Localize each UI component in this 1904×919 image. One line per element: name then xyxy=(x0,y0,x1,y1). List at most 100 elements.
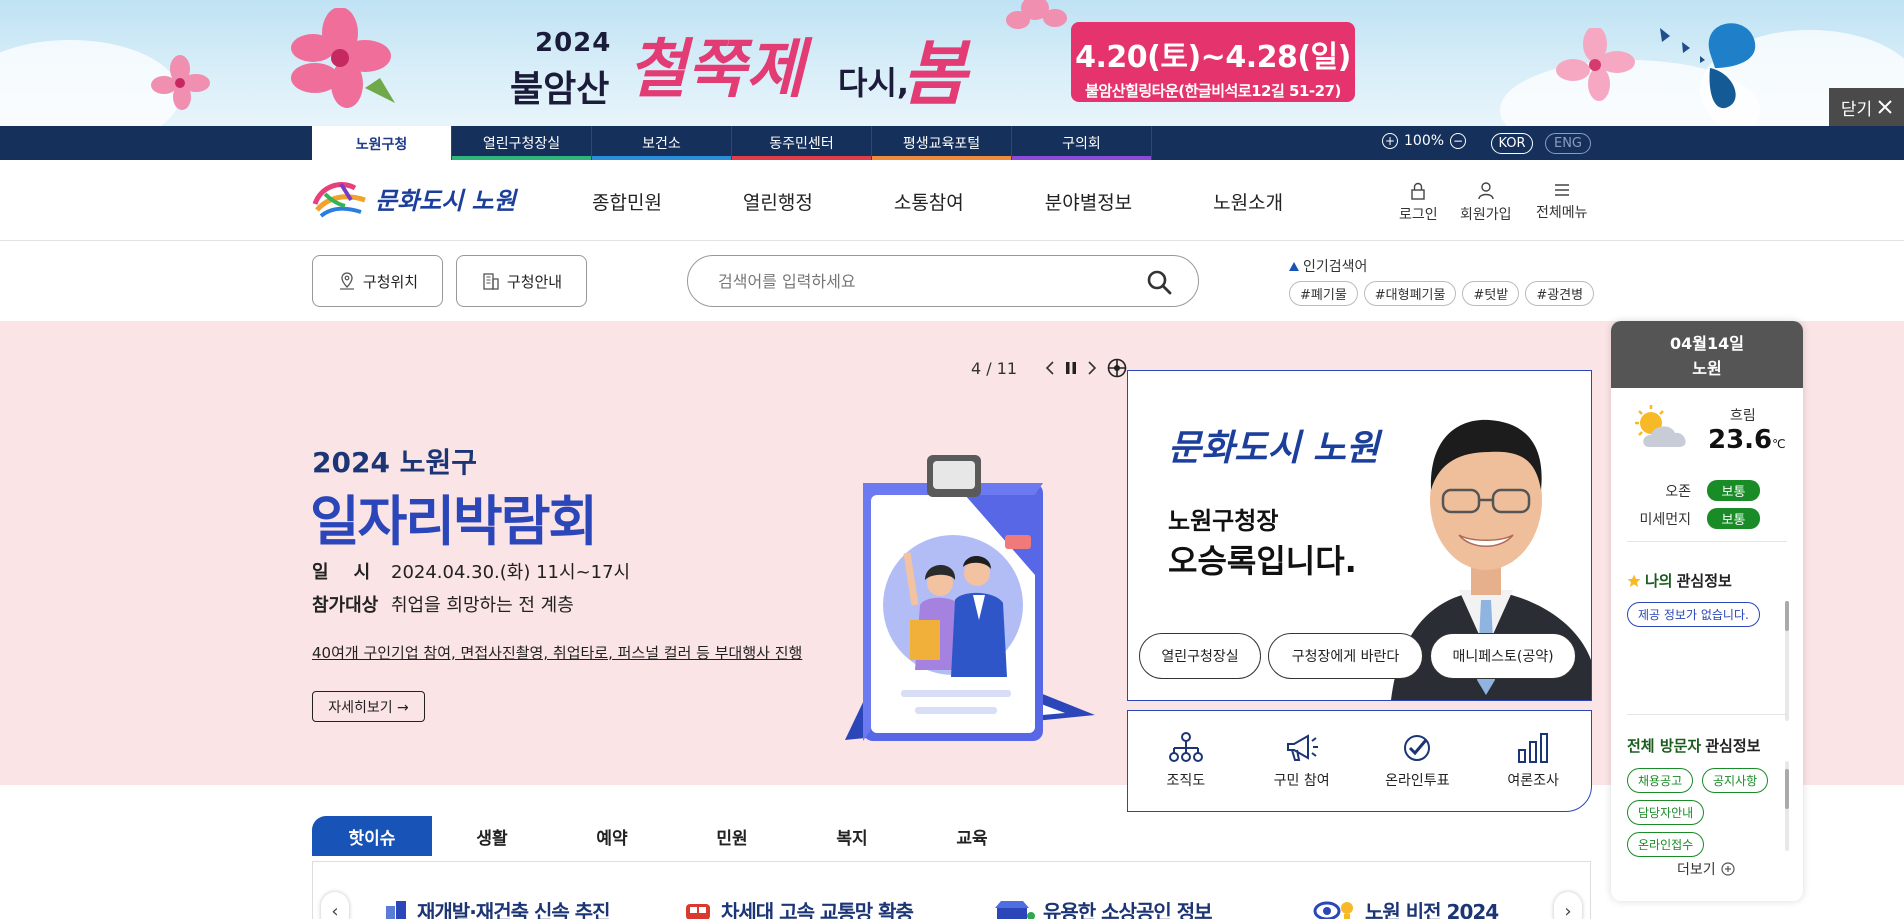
interest-chip[interactable]: 담당자안내 xyxy=(1627,800,1705,825)
mayor-request-button[interactable]: 구청장에게 바란다 xyxy=(1268,633,1423,679)
hero-title: 일자리박람회 xyxy=(310,490,598,553)
popular-tag[interactable]: #텃밭 xyxy=(1462,281,1520,306)
hero-more-button[interactable]: 자세히보기 → xyxy=(312,691,425,722)
gnb-civil-service[interactable]: 종합민원 xyxy=(592,188,662,215)
view-all-slides-icon[interactable] xyxy=(1107,358,1127,378)
banner-date-box: 4.20(토)~4.28(일) 불암산힐링타운(한글비석로12길 51-27) xyxy=(1071,22,1355,102)
lang-kor-button[interactable]: KOR xyxy=(1491,133,1533,154)
fine-dust-row: 미세먼지 보통 xyxy=(1611,508,1803,529)
vote-check-icon xyxy=(1404,735,1431,761)
site-tab-community-center[interactable]: 동주민센터 xyxy=(732,126,872,160)
prev-slide-icon[interactable] xyxy=(1045,360,1055,376)
login-button[interactable]: 로그인 xyxy=(1399,182,1438,224)
zoom-out-icon[interactable]: − xyxy=(1450,133,1467,149)
fine-dust-label: 미세먼지 xyxy=(1639,511,1691,528)
next-slide-icon[interactable] xyxy=(1087,360,1097,376)
tab-life[interactable]: 생활 xyxy=(432,816,552,856)
office-location-button[interactable]: 구청위치 xyxy=(312,255,443,307)
chevron-left-icon: ‹ xyxy=(331,900,339,919)
issue-item[interactable]: 노원 비전 2024 xyxy=(1313,896,1499,919)
banner-close-button[interactable]: 닫기 xyxy=(1829,88,1904,126)
online-vote-label: 온라인투표 xyxy=(1385,773,1450,789)
mayor-manifesto-button[interactable]: 매니페스토(공약) xyxy=(1430,633,1576,679)
search-icon[interactable] xyxy=(1146,269,1172,295)
zoom-in-icon[interactable]: + xyxy=(1382,133,1398,149)
weather-header: 04월14일 노원 xyxy=(1611,321,1803,388)
hero-description: 40여개 구인기업 참여, 면접사진촬영, 취업타로, 퍼스널 컬러 등 부대행… xyxy=(312,644,803,662)
issue-next-button[interactable]: › xyxy=(1554,892,1582,919)
all-interest-scrollbar[interactable] xyxy=(1785,761,1789,851)
site-tab-nowon[interactable]: 노원구청 xyxy=(312,126,452,162)
gnb-about[interactable]: 노원소개 xyxy=(1213,188,1283,215)
banner-festival-title: 철쭉제 xyxy=(628,32,805,107)
shop-icon xyxy=(995,900,1035,919)
site-tab-council[interactable]: 구의회 xyxy=(1012,126,1152,160)
search-input[interactable] xyxy=(718,271,1138,291)
side-more-button[interactable]: 더보기 xyxy=(1677,859,1735,879)
tab-welfare[interactable]: 복지 xyxy=(792,816,912,856)
ozone-status-badge: 보통 xyxy=(1707,480,1760,501)
banner-venue: 불암산힐링타운(한글비석로12길 51-27) xyxy=(1085,82,1341,100)
tab-civil[interactable]: 민원 xyxy=(672,816,792,856)
citizen-participation-link[interactable]: 구민 참여 xyxy=(1244,711,1360,811)
my-interest-scrollbar[interactable] xyxy=(1785,601,1789,721)
azalea-flower-icon xyxy=(1556,28,1635,101)
issue-panel: ‹ 재개발·재건축 신속 추진 차세대 고속 교통망 확충 유용한 소상공인 정… xyxy=(312,861,1591,919)
interest-chip[interactable]: 공지사항 xyxy=(1702,768,1769,793)
tab-education[interactable]: 교육 xyxy=(912,816,1032,856)
gnb-field-info[interactable]: 분야별정보 xyxy=(1045,188,1132,215)
weather-date: 04월14일 xyxy=(1670,334,1744,353)
org-chart-link[interactable]: 조직도 xyxy=(1128,711,1244,811)
org-chart-label: 조직도 xyxy=(1166,773,1206,789)
popular-tag[interactable]: #폐기물 xyxy=(1289,281,1358,306)
my-interest-title: 나의 관심정보 xyxy=(1627,570,1732,591)
site-tab-education-portal[interactable]: 평생교육포털 xyxy=(872,126,1012,160)
join-button[interactable]: 회원가입 xyxy=(1460,182,1512,224)
gnb-participation[interactable]: 소통참여 xyxy=(894,188,964,215)
building-icon xyxy=(386,900,406,919)
map-pin-icon xyxy=(339,272,354,290)
festival-banner[interactable]: 2024 불암산 철쭉제 다시, 봄 4.20(토)~4.28(일) 불암산힐링… xyxy=(0,0,1904,126)
popular-keywords-title: 인기검색어 xyxy=(1289,256,1367,276)
hamburger-menu-icon xyxy=(1554,184,1569,196)
banner-year: 2024 xyxy=(535,28,612,58)
lang-eng-button[interactable]: ENG xyxy=(1545,133,1591,154)
tab-reservation[interactable]: 예약 xyxy=(552,816,672,856)
weather-condition: 흐림 xyxy=(1730,408,1756,424)
banner-place: 불암산 xyxy=(510,69,610,110)
train-icon xyxy=(686,903,710,919)
bar-chart-icon xyxy=(1518,733,1549,763)
org-chart-icon xyxy=(1168,732,1203,762)
partly-cloudy-icon xyxy=(1635,405,1686,447)
pause-icon[interactable] xyxy=(1065,361,1077,375)
tab-hot-issue[interactable]: 핫이슈 xyxy=(312,816,432,856)
interest-chip[interactable]: 채용공고 xyxy=(1627,768,1694,793)
popular-tag[interactable]: #광견병 xyxy=(1525,281,1595,306)
mayor-office-button[interactable]: 열린구청장실 xyxy=(1139,633,1261,679)
gnb-open-admin[interactable]: 열린행정 xyxy=(743,188,813,215)
zoom-level: 100% xyxy=(1404,133,1445,149)
full-menu-label: 전체메뉴 xyxy=(1536,205,1588,221)
popular-tag[interactable]: #대형폐기물 xyxy=(1363,281,1457,306)
user-icon xyxy=(1478,182,1494,200)
office-guide-button[interactable]: 구청안내 xyxy=(456,255,587,307)
site-logo[interactable]: 문화도시 노원 xyxy=(311,178,516,218)
search-box xyxy=(687,255,1199,307)
zoom-control: + 100% − xyxy=(1382,133,1467,149)
mayor-name: 오승록입니다. xyxy=(1168,542,1357,580)
fine-dust-status-badge: 보통 xyxy=(1707,508,1760,529)
full-menu-button[interactable]: 전체메뉴 xyxy=(1536,182,1588,222)
interest-chip[interactable]: 온라인접수 xyxy=(1627,832,1705,857)
site-tab-mayor-office[interactable]: 열린구청장실 xyxy=(452,126,592,160)
butterfly-icon xyxy=(1660,23,1756,109)
survey-link[interactable]: 여론조사 xyxy=(1475,711,1591,811)
plus-circle-icon xyxy=(1721,862,1735,876)
issue-item[interactable]: 차세대 고속 교통망 확충 xyxy=(683,896,914,919)
site-navigation-bar: 노원구청 열린구청장실 보건소 동주민센터 평생교육포털 구의회 + 100% … xyxy=(0,126,1904,162)
quick-icon-links: 조직도 구민 참여 온라인투표 여론조사 xyxy=(1127,710,1592,812)
issue-item[interactable]: 재개발·재건축 신속 추진 xyxy=(383,896,611,919)
issue-prev-button[interactable]: ‹ xyxy=(321,892,349,919)
site-tab-health-center[interactable]: 보건소 xyxy=(592,126,732,160)
online-vote-link[interactable]: 온라인투표 xyxy=(1360,711,1476,811)
issue-item[interactable]: 유용한 소상공인 정보 xyxy=(993,896,1213,919)
